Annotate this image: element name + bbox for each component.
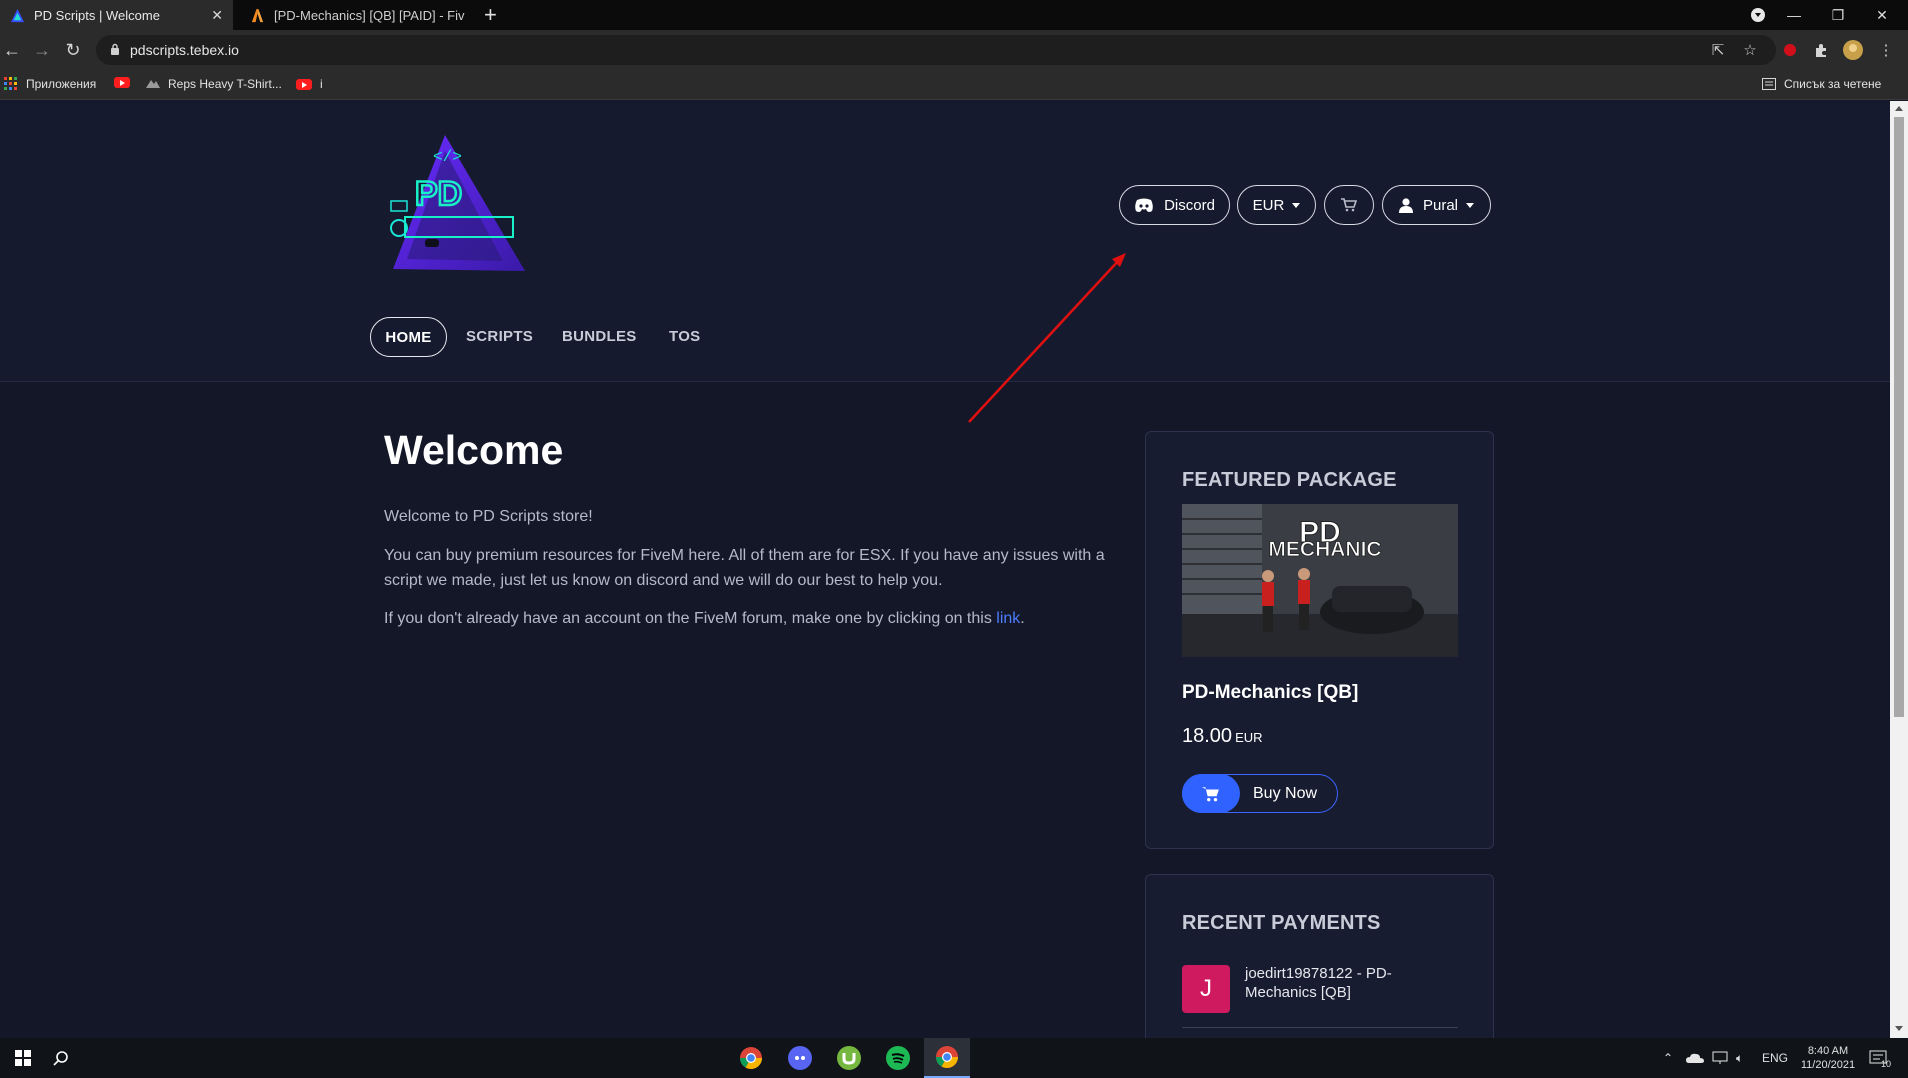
scrollbar-thumb[interactable] [1894,117,1904,717]
youtube-icon [296,78,312,90]
restore-icon[interactable]: ❐ [1818,0,1858,30]
clock[interactable]: 8:40 AM 11/20/2021 [1795,1038,1861,1078]
bookmark-apps[interactable]: Приложения [4,77,96,91]
address-bar[interactable]: pdscripts.tebex.io [96,35,1776,65]
reading-list-icon [1762,78,1776,90]
bookmark-reps-heavy[interactable]: Reps Heavy T-Shirt... [146,77,282,91]
bookmark-youtube-i[interactable]: i [296,77,323,91]
reading-list[interactable]: Списък за четене [1762,77,1881,91]
network-icon[interactable] [1712,1038,1728,1078]
tab-fivem-forum[interactable]: [PD-Mechanics] [QB] [PAID] - Fiv [240,0,476,30]
onedrive-icon[interactable] [1686,1038,1704,1078]
notifications-count: 10 [1881,1059,1892,1069]
tray-chevron-up-icon[interactable]: ⌃ [1663,1038,1673,1078]
search-icon[interactable] [38,1038,84,1078]
minimize-icon[interactable]: — [1774,0,1814,30]
scroll-down-icon[interactable] [1895,1026,1903,1031]
apps-grid-icon [4,77,17,90]
language-indicator[interactable]: ENG [1762,1038,1788,1078]
browser-profile-icon[interactable] [1738,0,1778,30]
lock-icon [111,43,119,55]
tab-title: PD Scripts | Welcome [34,7,160,23]
browser-toolbar: ← → ↻ pdscripts.tebex.io ⇱ ☆ ⋮ [0,30,1908,70]
reading-list-label: Списък за четене [1784,77,1882,91]
close-tab-icon[interactable]: ✕ [211,7,223,24]
new-tab-icon[interactable]: + [484,2,497,28]
clock-time: 8:40 AM [1807,1045,1849,1057]
url-text: pdscripts.tebex.io [130,42,239,58]
close-window-icon[interactable]: ✕ [1862,0,1902,30]
bookmark-label: i [320,77,323,91]
fivem-favicon-icon [251,8,264,22]
back-icon[interactable]: ← [0,38,24,62]
tab-pd-scripts[interactable]: PD Scripts | Welcome ✕ [0,0,233,30]
page-scrollbar[interactable] [1890,101,1908,1038]
web-page: </> PD Discord EUR Pural HOME SCRIPTS BU… [0,101,1890,1038]
bookmark-label: Приложения [26,77,97,91]
chrome-taskbar-icon[interactable] [728,1038,774,1078]
annotation-arrow [968,253,1126,423]
discord-taskbar-icon[interactable] [777,1038,823,1078]
bookmarks-bar: Приложения Reps Heavy T-Shirt... i Списъ… [0,70,1908,100]
extensions-puzzle-icon[interactable] [1811,40,1831,60]
pd-scripts-favicon-icon [10,8,25,22]
windows-taskbar: ⌃ 🔈︎ ENG 8:40 AM 11/20/2021 10 [0,1038,1908,1078]
chrome-active-taskbar-icon[interactable] [924,1038,970,1078]
clock-date: 11/20/2021 [1800,1059,1856,1071]
notifications-icon[interactable]: 10 [1869,1038,1891,1078]
record-extension-icon[interactable] [1780,40,1800,60]
utorrent-taskbar-icon[interactable] [826,1038,872,1078]
bookmark-label: Reps Heavy T-Shirt... [168,77,282,91]
reps-icon [146,80,160,88]
tab-title: [PD-Mechanics] [QB] [PAID] - Fiv [274,7,465,23]
profile-avatar-icon[interactable] [1843,40,1863,60]
spotify-taskbar-icon[interactable] [875,1038,921,1078]
reload-icon[interactable]: ↻ [61,38,85,62]
browser-menu-icon[interactable]: ⋮ [1876,40,1896,60]
youtube-icon [114,77,130,88]
bookmark-youtube[interactable] [114,77,138,88]
bookmark-star-icon[interactable]: ☆ [1740,40,1760,60]
volume-icon[interactable]: 🔈︎ [1736,1038,1743,1078]
scroll-up-icon[interactable] [1895,106,1903,111]
browser-tab-bar: PD Scripts | Welcome ✕ [PD-Mechanics] [Q… [0,0,1908,30]
share-icon[interactable]: ⇱ [1708,40,1728,60]
forward-icon[interactable]: → [30,38,54,62]
